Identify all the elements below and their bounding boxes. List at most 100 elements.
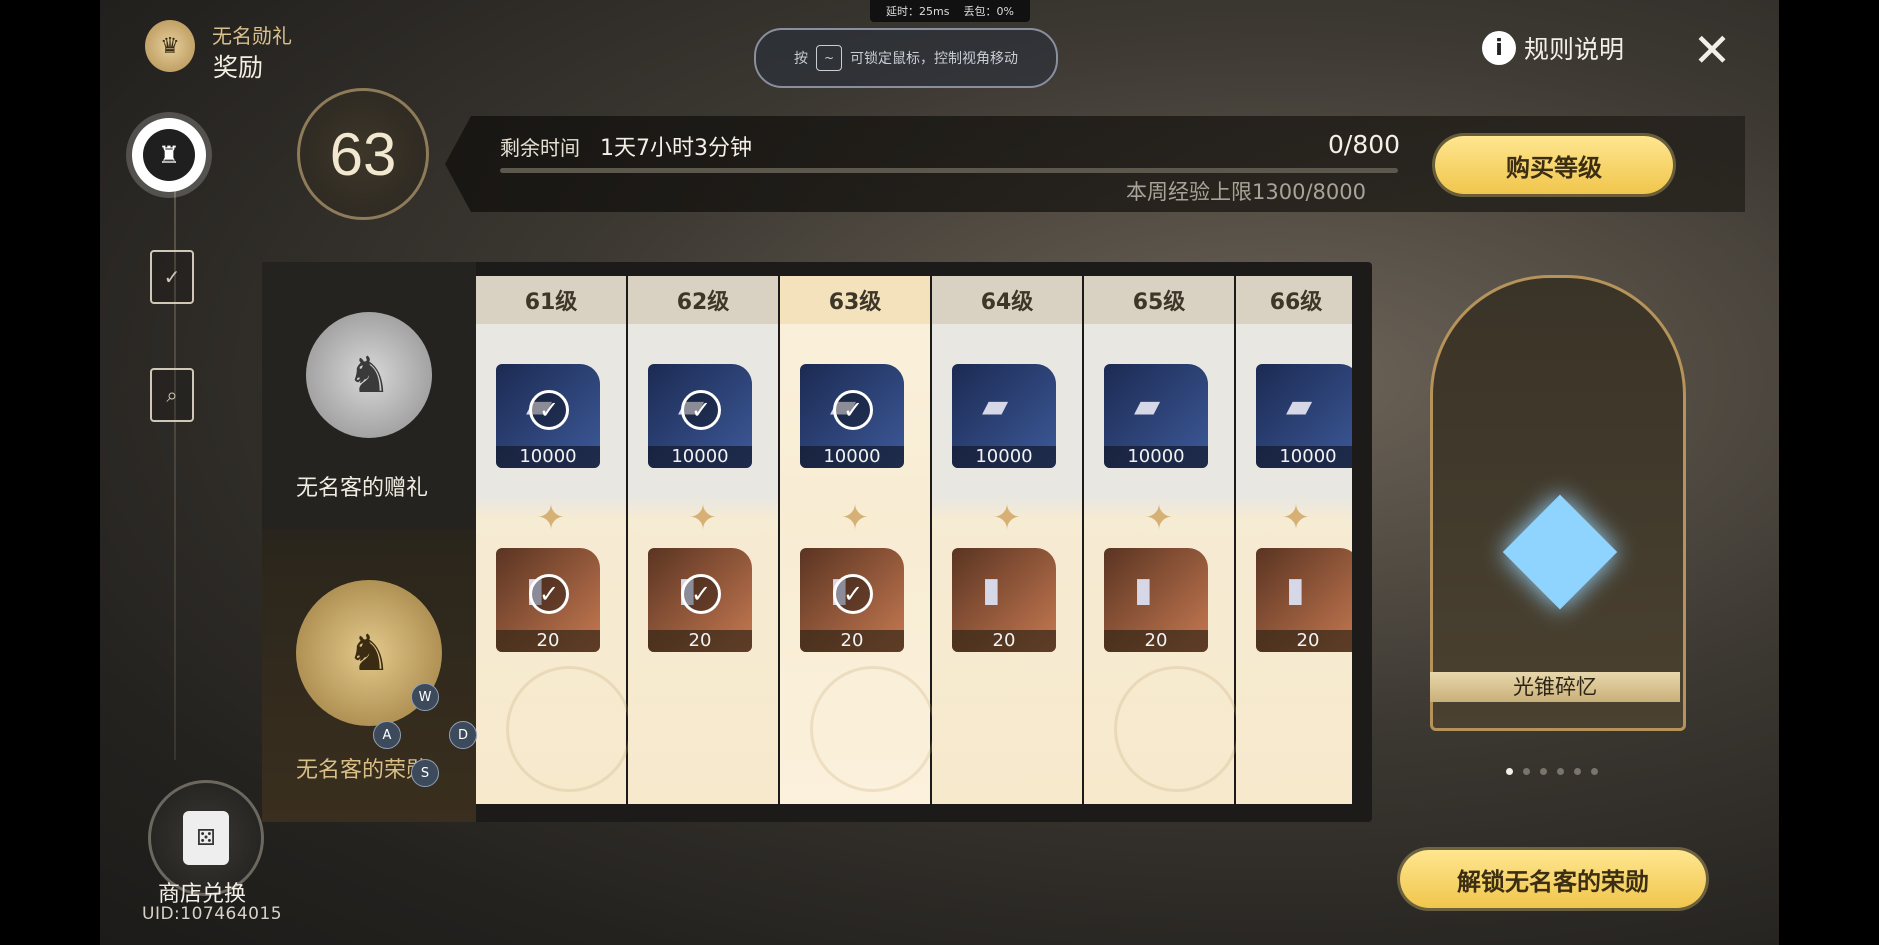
free-reward-item[interactable]: ▰ 10000 — [1104, 364, 1208, 468]
shopping-bag-icon: ⚄ — [183, 811, 229, 865]
reward-column-current: 63级 ▰ ✓ 10000 ✦ ▮ ✓ 20 — [780, 276, 936, 804]
carousel-dot[interactable] — [1540, 768, 1547, 775]
reward-column: 66级 ▰ 10000 ✦ ▮ 20 — [1236, 276, 1352, 804]
item-qty: 20 — [952, 630, 1056, 652]
claimed-check-icon: ✓ — [833, 390, 873, 430]
item-qty: 10000 — [1256, 446, 1352, 468]
remaining-time-label: 剩余时间 — [500, 136, 580, 160]
document-search-icon: ⌕ — [166, 383, 178, 407]
carousel-dot[interactable] — [1506, 768, 1513, 775]
sidebar-tab-missions[interactable]: ✓ — [150, 250, 194, 304]
paid-reward-item[interactable]: ▮ ✓ 20 — [800, 548, 904, 652]
unlock-honor-button[interactable]: 解锁无名客的荣勋 — [1400, 850, 1706, 908]
light-cone-gem-icon: ◆ — [1502, 453, 1618, 627]
reward-column: 64级 ▰ 10000 ✦ ▮ 20 — [932, 276, 1084, 804]
free-reward-item[interactable]: ▰ ✓ 10000 — [648, 364, 752, 468]
free-reward-item[interactable]: ▰ ✓ 10000 — [496, 364, 600, 468]
column-level: 62级 — [628, 276, 778, 324]
emblem-watermark-icon — [1114, 666, 1240, 792]
claimed-check-icon: ✓ — [529, 390, 569, 430]
column-level: 63级 — [780, 276, 930, 324]
clipboard-check-icon: ✓ — [163, 265, 181, 289]
pass-screen: ♛ 无名勋礼 奖励 延时：25ms 丢包：0% 按 ~ 可锁定鼠标，控制视角移动… — [100, 0, 1779, 945]
item-qty: 20 — [1104, 630, 1208, 652]
book-icon: ▮ — [982, 570, 1001, 610]
divider-star-icon: ✦ — [992, 498, 1022, 538]
sidebar-tab-rewards[interactable]: ♜ — [132, 118, 206, 192]
free-tier-label: 无名客的赠礼 — [296, 476, 429, 501]
reward-columns[interactable]: 61级 ▰ ✓ 10000 ✦ ▮ ✓ 20 62级 ▰ ✓ 10000 ✦ ▮ ✓ 20 63… — [476, 276, 1352, 804]
claimed-check-icon: ✓ — [833, 574, 873, 614]
divider-star-icon: ✦ — [688, 498, 718, 538]
weekly-exp-cap: 本周经验上限1300/8000 — [1126, 180, 1366, 204]
divider-star-icon: ✦ — [536, 498, 566, 538]
divider-star-icon: ✦ — [1144, 498, 1174, 538]
current-level-badge: 63 — [297, 88, 429, 220]
rules-label: 规则说明 — [1524, 35, 1625, 64]
title-small: 无名勋礼 — [212, 24, 292, 48]
free-tier-emblem-icon: ♞ — [306, 312, 432, 438]
free-reward-item[interactable]: ▰ ✓ 10000 — [800, 364, 904, 468]
column-level: 65级 — [1084, 276, 1234, 324]
column-level: 66级 — [1236, 276, 1352, 324]
hint-text: 可锁定鼠标，控制视角移动 — [850, 51, 1018, 67]
item-qty: 10000 — [648, 446, 752, 468]
key-s-button[interactable]: S — [411, 759, 439, 787]
close-button[interactable]: ✕ — [1690, 27, 1734, 74]
network-status: 延时：25ms 丢包：0% — [870, 0, 1030, 22]
tilde-key-icon: ~ — [816, 45, 842, 71]
hint-prefix: 按 — [794, 51, 808, 67]
carousel-dot[interactable] — [1557, 768, 1564, 775]
paid-reward-item[interactable]: ▮ ✓ 20 — [496, 548, 600, 652]
carousel-dots[interactable] — [1506, 768, 1598, 775]
divider-star-icon: ✦ — [1281, 498, 1311, 538]
reward-column: 62级 ▰ ✓ 10000 ✦ ▮ ✓ 20 — [628, 276, 780, 804]
carousel-dot[interactable] — [1523, 768, 1530, 775]
reward-column: 65级 ▰ 10000 ✦ ▮ 20 — [1084, 276, 1240, 804]
sidebar-tab-journal[interactable]: ⌕ — [150, 368, 194, 422]
item-qty: 20 — [800, 630, 904, 652]
claimed-check-icon: ✓ — [681, 574, 721, 614]
remaining-time-value: 1天7小时3分钟 — [600, 136, 752, 161]
carousel-dot[interactable] — [1591, 768, 1598, 775]
paid-reward-item[interactable]: ▮ 20 — [1256, 548, 1352, 652]
column-level: 64级 — [932, 276, 1082, 324]
emblem-watermark-icon — [810, 666, 936, 792]
reward-column: 61级 ▰ ✓ 10000 ✦ ▮ ✓ 20 — [476, 276, 632, 804]
nameless-honor-icon: ♛ — [145, 20, 195, 72]
item-qty: 20 — [1256, 630, 1352, 652]
key-d-button[interactable]: D — [449, 721, 477, 749]
claimed-check-icon: ✓ — [681, 390, 721, 430]
credit-card-icon: ▰ — [982, 386, 1009, 426]
free-reward-item[interactable]: ▰ 10000 — [952, 364, 1056, 468]
paid-reward-item[interactable]: ▮ 20 — [952, 548, 1056, 652]
carousel-dot[interactable] — [1574, 768, 1581, 775]
item-qty: 10000 — [1104, 446, 1208, 468]
exp-progress-bar — [500, 168, 1398, 173]
reward-emblem-icon: ♜ — [143, 129, 195, 181]
column-level: 61级 — [476, 276, 626, 324]
buy-level-button[interactable]: 购买等级 — [1435, 136, 1673, 194]
info-icon: i — [1482, 31, 1516, 65]
credit-card-icon: ▰ — [1286, 386, 1313, 426]
uid-text: UID:107464015 — [142, 904, 283, 924]
key-a-button[interactable]: A — [373, 721, 401, 749]
latency-text: 延时：25ms — [886, 5, 950, 18]
paid-reward-item[interactable]: ▮ ✓ 20 — [648, 548, 752, 652]
emblem-watermark-icon — [506, 666, 632, 792]
item-qty: 20 — [496, 630, 600, 652]
claimed-check-icon: ✓ — [529, 574, 569, 614]
item-qty: 20 — [648, 630, 752, 652]
rules-button[interactable]: i 规则说明 — [1482, 30, 1624, 66]
paid-tier-label: 无名客的荣勋 — [296, 758, 429, 783]
mouse-lock-hint: 按 ~ 可锁定鼠标，控制视角移动 — [754, 28, 1058, 88]
featured-reward-label: 光锥碎忆 — [1430, 672, 1680, 702]
level-exp-value: 0/800 — [1328, 130, 1401, 159]
paid-reward-item[interactable]: ▮ 20 — [1104, 548, 1208, 652]
divider-star-icon: ✦ — [840, 498, 870, 538]
free-reward-item[interactable]: ▰ 10000 — [1256, 364, 1352, 468]
page-title: 奖励 — [213, 53, 264, 82]
item-qty: 10000 — [496, 446, 600, 468]
credit-card-icon: ▰ — [1134, 386, 1161, 426]
key-w-button[interactable]: W — [411, 683, 439, 711]
